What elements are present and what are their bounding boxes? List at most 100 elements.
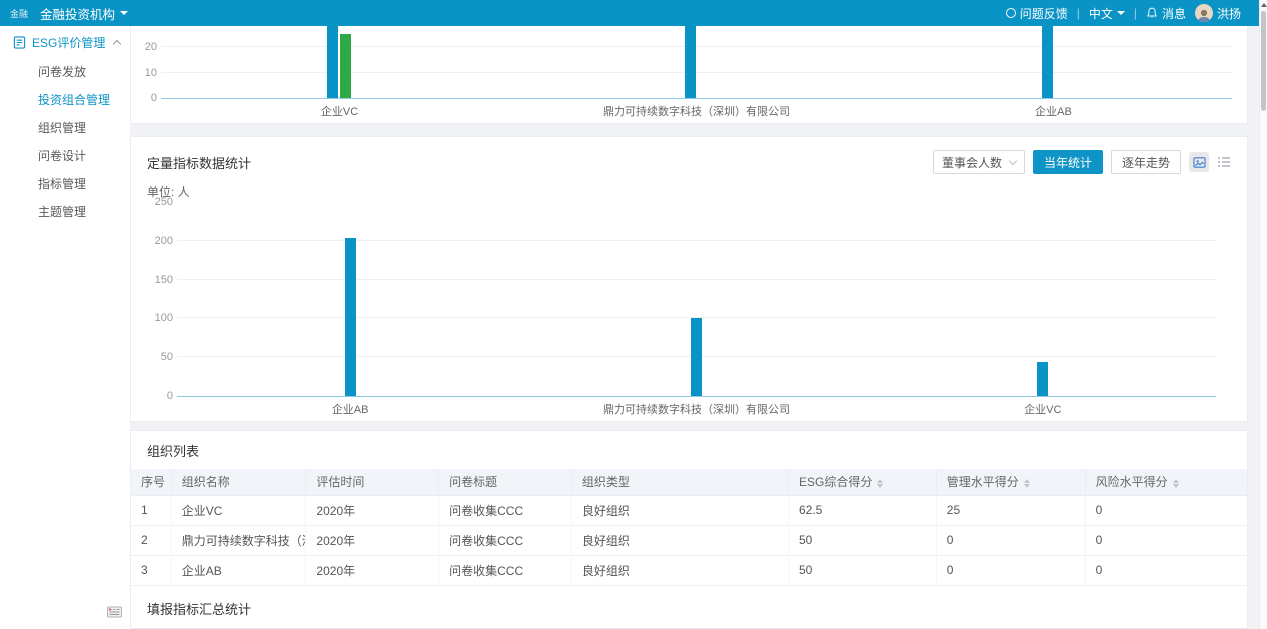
sidebar-item-esg-management[interactable]: ESG评价管理: [0, 26, 130, 58]
table-cell: 企业VC: [171, 495, 306, 525]
y-axis-tick: 250: [145, 196, 173, 208]
column-header: 问卷标题: [439, 469, 572, 495]
ime-status-icon[interactable]: [107, 606, 122, 621]
quant-indicator-card: 定量指标数据统计 董事会人数 当年统计 逐年走势 单位: 人: [130, 136, 1248, 422]
topbar: 金融 金融投资机构 问题反馈 | 中文 | 消息 洪扬: [0, 0, 1267, 26]
sidebar-item[interactable]: 投资组合管理: [0, 86, 130, 114]
yearly-trend-button[interactable]: 逐年走势: [1111, 150, 1181, 174]
table-cell: 50: [788, 555, 936, 585]
metric-select[interactable]: 董事会人数: [933, 150, 1025, 174]
bar: [345, 238, 356, 396]
feedback-link[interactable]: 问题反馈: [1006, 5, 1068, 22]
org-table-title: 组织列表: [147, 441, 1231, 460]
bar: [327, 26, 338, 98]
table-cell: 良好组织: [571, 555, 788, 585]
save-image-icon[interactable]: [1189, 152, 1209, 172]
table-row: 2鼎力可持续数字科技（深圳）有限公司2020年问卷收集CCC良好组织5000: [131, 525, 1247, 555]
table-row: 1企业VC2020年问卷收集CCC良好组织62.5250: [131, 495, 1247, 525]
score-chart-card: 01020 企业VC鼎力可持续数字科技（深圳）有限公司企业AB: [130, 26, 1248, 124]
y-axis-tick: 100: [145, 312, 173, 324]
score-chart-plot: 01020: [161, 26, 1232, 99]
gridline: [161, 46, 1232, 47]
bar: [1037, 362, 1048, 396]
vertical-scrollbar[interactable]: [1259, 0, 1267, 629]
org-name: 金融投资机构: [40, 4, 115, 23]
table-cell: 0: [936, 525, 1085, 555]
table-cell: 问卷收集CCC: [439, 495, 572, 525]
x-axis-label: 企业VC: [321, 103, 358, 119]
quant-card-title: 定量指标数据统计: [147, 153, 251, 172]
gridline: [177, 279, 1216, 280]
user-menu[interactable]: 洪扬: [1195, 4, 1241, 22]
sidebar-root-label: ESG评价管理: [32, 34, 108, 51]
sort-icon[interactable]: [1024, 479, 1030, 488]
table-cell: 良好组织: [571, 495, 788, 525]
bar: [340, 34, 351, 98]
language-switcher[interactable]: 中文: [1089, 5, 1125, 22]
bar: [1042, 26, 1053, 98]
column-header[interactable]: ESG综合得分: [788, 469, 936, 495]
column-header[interactable]: 风险水平得分: [1085, 469, 1247, 495]
score-chart-categories: 企业VC鼎力可持续数字科技（深圳）有限公司企业AB: [161, 99, 1232, 117]
table-cell: 鼎力可持续数字科技（深圳）有限公司: [171, 525, 306, 555]
main-content: 01020 企业VC鼎力可持续数字科技（深圳）有限公司企业AB 定量指标数据统计…: [130, 26, 1267, 629]
scrollbar-thumb[interactable]: [1261, 11, 1266, 111]
quant-chart-categories: 企业AB 鼎力可持续数字科技（深圳）有限公司 企业VC: [177, 397, 1216, 415]
app-logo: 金融: [10, 7, 28, 20]
table-cell: 问卷收集CCC: [439, 525, 572, 555]
table-cell: 2: [131, 525, 171, 555]
table-cell: 企业AB: [171, 555, 306, 585]
org-table: 序号组织名称评估时间问卷标题组织类型ESG综合得分管理水平得分风险水平得分 1企…: [131, 469, 1247, 586]
table-cell: 0: [936, 555, 1085, 585]
quant-chart-plot: 050100150200250: [177, 203, 1216, 397]
x-axis-label: 企业AB: [332, 401, 369, 417]
sort-icon[interactable]: [877, 479, 883, 488]
chevron-down-icon: [120, 11, 128, 15]
table-row: 3企业AB2020年问卷收集CCC良好组织5000: [131, 555, 1247, 585]
divider: |: [1077, 6, 1080, 20]
table-cell: 3: [131, 555, 171, 585]
sort-icon[interactable]: [1173, 479, 1179, 488]
y-axis-tick: 0: [130, 92, 157, 104]
sidebar-item[interactable]: 问卷设计: [0, 142, 130, 170]
feedback-icon: [1006, 8, 1016, 18]
sidebar-item[interactable]: 指标管理: [0, 170, 130, 198]
bell-icon: [1146, 7, 1158, 19]
y-axis-tick: 200: [145, 235, 173, 247]
org-switcher[interactable]: 金融投资机构: [40, 4, 128, 23]
username: 洪扬: [1217, 5, 1241, 22]
table-cell: 0: [1085, 555, 1247, 585]
table-cell: 良好组织: [571, 525, 788, 555]
x-axis-label: 鼎力可持续数字科技（深圳）有限公司: [603, 103, 790, 119]
org-list-card: 组织列表 序号组织名称评估时间问卷标题组织类型ESG综合得分管理水平得分风险水平…: [130, 430, 1248, 629]
x-axis-label: 鼎力可持续数字科技（深圳）有限公司: [603, 401, 790, 417]
table-cell: 1: [131, 495, 171, 525]
y-axis-tick: 20: [130, 41, 157, 53]
bar: [685, 26, 696, 98]
scroll-up-arrow-icon[interactable]: [1261, 3, 1267, 7]
document-icon: [13, 36, 26, 49]
sidebar-item[interactable]: 问卷发放: [0, 58, 130, 86]
table-cell: 25: [936, 495, 1085, 525]
sidebar-item[interactable]: 主题管理: [0, 198, 130, 226]
column-header: 序号: [131, 469, 171, 495]
sidebar-item[interactable]: 组织管理: [0, 114, 130, 142]
gridline: [161, 72, 1232, 73]
metric-select-value: 董事会人数: [942, 154, 1002, 171]
y-axis-tick: 0: [145, 390, 173, 402]
current-year-stats-button[interactable]: 当年统计: [1033, 150, 1103, 174]
data-view-icon[interactable]: [1217, 156, 1231, 168]
x-axis-label: 企业VC: [1024, 401, 1061, 417]
table-cell: 2020年: [306, 555, 439, 585]
unit-label: 单位: 人: [147, 183, 1231, 203]
table-cell: 62.5: [788, 495, 936, 525]
y-axis-tick: 150: [145, 274, 173, 286]
messages-link[interactable]: 消息: [1146, 5, 1186, 22]
gridline: [177, 240, 1216, 241]
chevron-down-icon: [1117, 11, 1125, 15]
column-header[interactable]: 管理水平得分: [936, 469, 1085, 495]
summary-section-title: 填报指标汇总统计: [147, 599, 1231, 618]
table-cell: 0: [1085, 495, 1247, 525]
bar: [691, 318, 702, 396]
column-header: 组织类型: [571, 469, 788, 495]
